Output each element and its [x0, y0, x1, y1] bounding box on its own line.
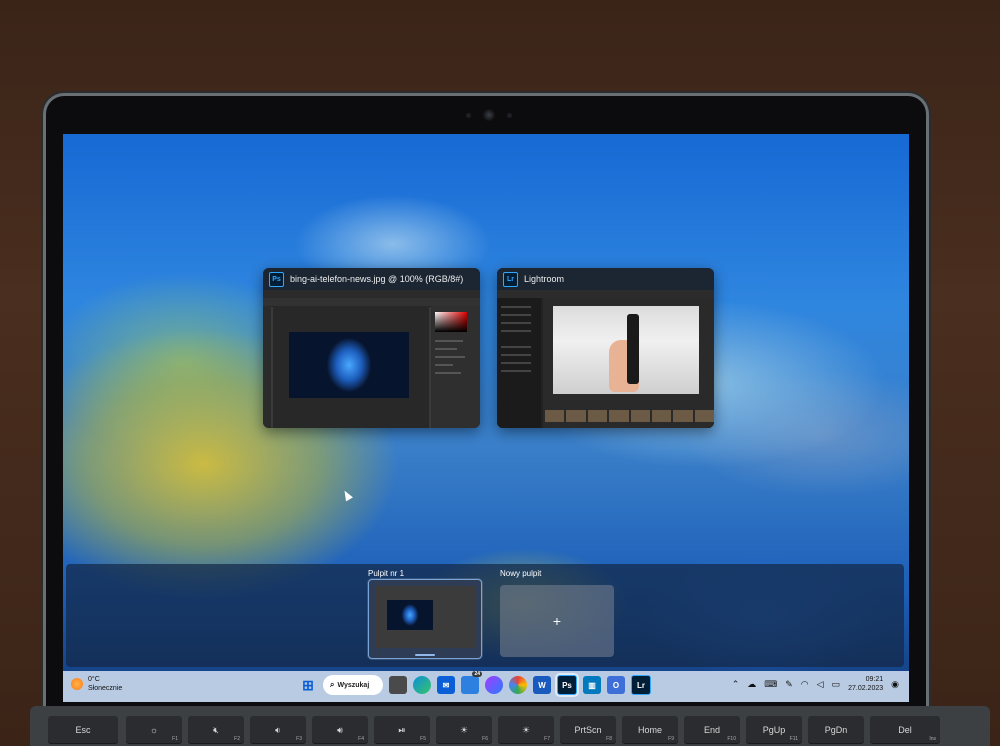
mail-icon[interactable]: ✉	[437, 676, 455, 694]
speaker-icon[interactable]: ◁	[817, 679, 824, 690]
windows-start-icon[interactable]: ⊞	[299, 676, 317, 694]
word-icon[interactable]: W	[533, 676, 551, 694]
mouse-cursor	[341, 488, 353, 502]
lightroom-preview	[497, 290, 714, 428]
window-title: bing-ai-telefon-news.jpg @ 100% (RGB/8#)	[290, 274, 464, 284]
lr-sidebar-row	[501, 346, 531, 348]
pen-icon[interactable]: ✎	[785, 679, 793, 690]
weather-desc: Słonecznie	[88, 685, 123, 692]
task-view-icon[interactable]	[389, 676, 407, 694]
clock-date: 27.02.2023	[848, 685, 884, 692]
photoshop-icon: Ps	[269, 271, 284, 287]
battery-icon[interactable]: ▭	[832, 679, 841, 690]
lr-sidebar	[497, 298, 541, 428]
photoshop-taskbar-icon[interactable]: Ps	[557, 675, 577, 695]
lr-topbar	[497, 290, 714, 298]
window-titlebar: Lr Lightroom	[497, 268, 714, 290]
clock-time: 09:21	[865, 676, 884, 683]
virtual-desktops-strip: Pulpit nr 1 Nowy pulpit +	[66, 564, 904, 667]
active-desktop-indicator	[415, 654, 435, 656]
lr-sidebar-row	[501, 322, 531, 324]
chrome-icon[interactable]	[509, 676, 527, 694]
ps-panel-row	[435, 356, 465, 358]
ps-color-picker	[435, 312, 467, 332]
lightroom-icon: Lr	[503, 271, 518, 287]
chevron-up-icon[interactable]: ⌃	[732, 679, 740, 690]
keyboard-icon[interactable]: ⌨	[764, 679, 777, 690]
plus-icon: +	[552, 613, 562, 629]
webcam	[483, 109, 495, 121]
lr-sidebar-row	[501, 370, 531, 372]
screen: Ps bing-ai-telefon-news.jpg @ 100% (RGB/…	[63, 134, 909, 702]
ps-panel-row	[435, 340, 463, 342]
trello-icon[interactable]: ▥	[583, 676, 601, 694]
search-label: Wyszukaj	[337, 681, 370, 689]
window-title: Lightroom	[524, 274, 565, 284]
clock[interactable]: 09:21 27.02.2023	[848, 675, 883, 693]
camera-sensor	[507, 113, 512, 118]
search-icon: ⌕	[330, 680, 335, 689]
photoshop-window-thumbnail[interactable]: Ps bing-ai-telefon-news.jpg @ 100% (RGB/…	[263, 268, 480, 428]
camera-sensor	[466, 113, 471, 118]
desktop-1-label: Pulpit nr 1	[368, 569, 405, 578]
system-tray: ⌃ ☁ ⌨ ✎ ◠ ◁ ▭ 09:21 27.02.2023 ◉	[732, 675, 899, 693]
notification-badge: 24	[472, 671, 482, 677]
desktop-1-thumbnail[interactable]	[368, 579, 482, 659]
remote-shape	[627, 314, 639, 384]
photoshop-preview	[263, 290, 480, 428]
lr-filmstrip	[545, 410, 714, 422]
lr-main-view	[543, 298, 714, 428]
keyboard: Esc ☼ F1 🔇︎ F2 🔉︎ F3 🔊︎ F4 ⏯ F5 ☀ F6 ☀ F7 PrtSc…	[30, 706, 990, 746]
ps-canvas	[273, 306, 429, 428]
taskbar: 0°C Słonecznie ⊞ ⌕ Wyszukaj ✉ 24 W Ps ▥ …	[63, 671, 909, 702]
lr-sidebar-row	[501, 306, 531, 308]
lr-sidebar-row	[501, 330, 531, 332]
new-desktop-button[interactable]: +	[500, 585, 614, 657]
desktop-1-preview	[375, 586, 475, 648]
ps-image-preview	[289, 332, 409, 398]
messenger-icon[interactable]	[485, 676, 503, 694]
ps-panels	[431, 306, 480, 428]
lightroom-taskbar-icon[interactable]: Lr	[631, 675, 651, 695]
lr-sidebar-row	[501, 354, 531, 356]
ps-panel-row	[435, 364, 453, 366]
outlook-icon[interactable]: O	[607, 676, 625, 694]
ps-panel-row	[435, 372, 461, 374]
edge-icon[interactable]	[413, 676, 431, 694]
weather-temp: 0°C	[88, 676, 100, 683]
ps-panel-row	[435, 348, 457, 350]
sun-icon	[71, 678, 83, 690]
ps-menubar	[263, 290, 480, 298]
ps-toolbar	[263, 306, 271, 428]
lightroom-window-thumbnail[interactable]: Lr Lightroom	[497, 268, 714, 428]
weather-widget[interactable]: 0°C Słonecznie	[71, 675, 122, 693]
store-icon[interactable]: 24	[461, 671, 482, 694]
new-desktop-label: Nowy pulpit	[500, 569, 542, 578]
lr-sidebar-row	[501, 314, 531, 316]
search-box[interactable]: ⌕ Wyszukaj	[323, 675, 383, 695]
window-titlebar: Ps bing-ai-telefon-news.jpg @ 100% (RGB/…	[263, 268, 480, 290]
wifi-icon[interactable]: ◠	[801, 679, 809, 690]
notification-icon[interactable]: ◉	[891, 679, 899, 690]
taskbar-apps: ⊞ ⌕ Wyszukaj ✉ 24 W Ps ▥ O Lr	[299, 671, 651, 695]
desktop-1-image	[387, 600, 433, 630]
lr-photo-preview	[553, 306, 699, 394]
onedrive-icon[interactable]: ☁	[747, 679, 756, 690]
lr-sidebar-row	[501, 362, 531, 364]
